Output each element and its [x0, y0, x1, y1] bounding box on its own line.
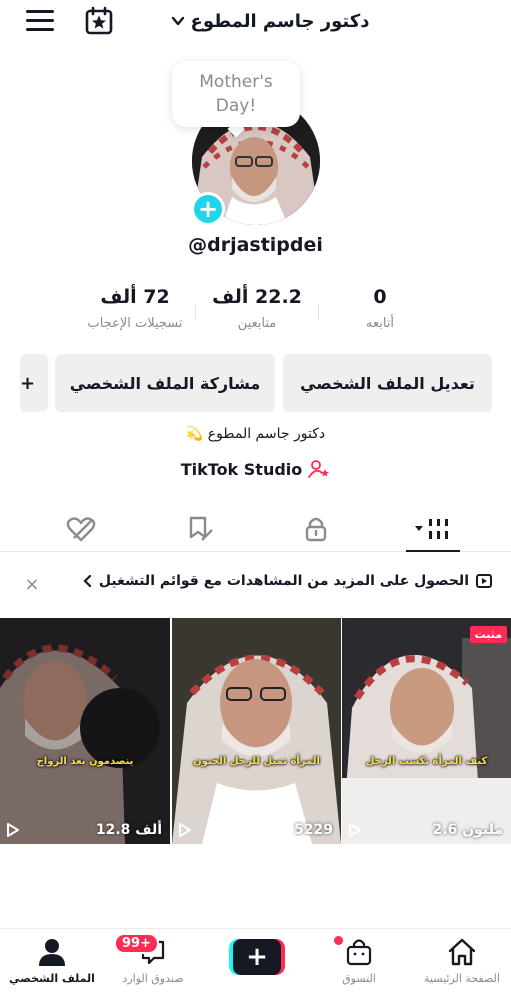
view-count: 2.6 مليون [432, 822, 503, 838]
video-preview-image [342, 618, 511, 844]
star-calendar-icon[interactable] [84, 6, 114, 36]
tab-private[interactable] [252, 506, 379, 552]
account-name: دكتور جاسم المطوع [190, 10, 370, 32]
profile-bio: دكتور جاسم المطوع 💫 [185, 426, 326, 442]
hamburger-icon[interactable] [26, 10, 54, 32]
play-icon [7, 823, 19, 837]
nav-profile-label: الملف الشخصي [9, 972, 95, 985]
video-grid: مثبت كيف المرأة تكسب الرجل 2.6 مليون الم… [0, 618, 511, 844]
playlist-icon [476, 574, 492, 588]
account-switcher[interactable]: دكتور جاسم المطوع [170, 6, 370, 36]
edit-profile-button[interactable]: تعديل الملف الشخصي [283, 354, 492, 412]
note-text: Mother's Day! [199, 72, 273, 116]
creator-star-icon [308, 460, 330, 478]
following-count: 0 [373, 286, 387, 308]
video-preview-image [0, 618, 170, 844]
likes-label: تسجيلات الإعجاب [87, 316, 183, 331]
view-count-row: 12.8 ألف [6, 822, 162, 838]
pinned-badge: مثبت [469, 626, 507, 643]
nav-profile[interactable]: الملف الشخصي [2, 935, 102, 995]
likes-stat[interactable]: 72 ألف تسجيلات الإعجاب [70, 282, 200, 331]
nav-shop-label: التسوق [342, 972, 376, 985]
videos-grid-icon [414, 519, 448, 539]
video-caption: المرأة تميل للرجل الحنون [193, 756, 320, 767]
home-icon [448, 938, 476, 966]
profile-stats: 0 أتابعه 22.2 ألف متابعين 72 ألف تسجيلات… [0, 282, 511, 342]
liked-icon [66, 517, 95, 542]
video-thumbnail[interactable]: مثبت كيف المرأة تكسب الرجل 2.6 مليون [342, 618, 511, 844]
favorites-icon [189, 516, 213, 541]
banner-text: الحصول على المزيد من المشاهدات مع قوائم … [98, 573, 469, 589]
video-caption: كيف المرأة تكسب الرجل [365, 756, 488, 767]
add-friend-button[interactable]: + [20, 354, 48, 412]
nav-home[interactable]: الصفحة الرئيسية [412, 935, 511, 995]
active-tab-indicator [406, 550, 460, 552]
username: @drjastipdei [188, 234, 323, 256]
nav-inbox-label: صندوق الوارد [122, 972, 184, 985]
tab-videos[interactable] [369, 506, 496, 552]
following-stat[interactable]: 0 أتابعه [315, 282, 445, 331]
banner-content[interactable]: الحصول على المزيد من المشاهدات مع قوائم … [83, 572, 493, 590]
likes-count: 72 ألف [100, 286, 170, 308]
tiktok-studio-link[interactable]: TikTok Studio [0, 459, 511, 479]
add-story-button[interactable]: + [191, 192, 225, 226]
lock-icon [305, 517, 326, 542]
note-bubble[interactable]: Mother's Day! [172, 61, 300, 127]
view-count: 5229 [294, 822, 333, 838]
video-caption: ينصدمون بعد الزواج [36, 756, 134, 767]
view-count: 12.8 ألف [95, 822, 162, 838]
inbox-badge: 99+ [114, 933, 159, 954]
shopping-bag-icon [346, 939, 372, 966]
nav-shop[interactable]: التسوق [309, 935, 409, 995]
video-thumbnail[interactable]: ينصدمون بعد الزواج 12.8 ألف [0, 618, 170, 844]
view-count-row: 2.6 مليون [348, 822, 503, 838]
profile-icon [39, 939, 65, 966]
followers-label: متابعين [237, 316, 277, 331]
plus-icon: + [233, 939, 281, 975]
share-profile-button[interactable]: مشاركة الملف الشخصي [55, 354, 275, 412]
playlist-promo-banner[interactable]: × الحصول على المزيد من المشاهدات مع قوائ… [0, 566, 511, 602]
chevron-right-icon [83, 575, 91, 587]
profile-tabs [0, 506, 511, 552]
followers-count: 22.2 ألف [212, 286, 302, 308]
play-icon [349, 823, 361, 837]
create-button[interactable]: + [229, 939, 285, 975]
video-preview-image [172, 618, 341, 844]
shop-notification-dot [334, 936, 343, 945]
tab-favorites[interactable] [136, 506, 263, 552]
studio-label: TikTok Studio [180, 459, 303, 479]
play-icon [179, 823, 191, 837]
bottom-navigation: الصفحة الرئيسية التسوق + 99+ صندوق الوار… [0, 928, 511, 1000]
tab-liked[interactable] [17, 506, 144, 552]
video-thumbnail[interactable]: المرأة تميل للرجل الحنون 5229 [172, 618, 341, 844]
followers-stat[interactable]: 22.2 ألف متابعين [192, 282, 322, 331]
view-count-row: 5229 [178, 822, 333, 838]
nav-home-label: الصفحة الرئيسية [424, 972, 500, 985]
profile-header: دكتور جاسم المطوع [0, 0, 511, 46]
following-label: أتابعه [365, 316, 395, 331]
close-icon[interactable]: × [22, 574, 42, 595]
chevron-down-icon [171, 16, 184, 26]
